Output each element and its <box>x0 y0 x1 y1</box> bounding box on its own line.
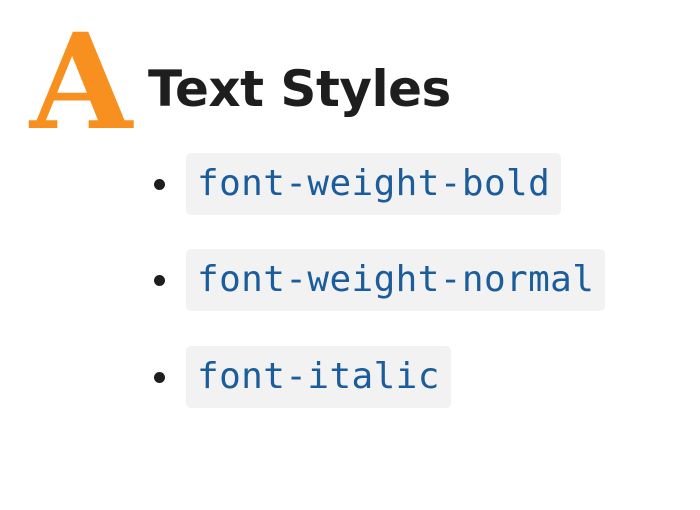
list-item-font-italic: font-italic <box>150 346 451 408</box>
code-font-italic: font-italic <box>186 346 451 408</box>
code-font-weight-bold: font-weight-bold <box>186 153 562 215</box>
list-item-font-weight-normal: font-weight-normal <box>150 249 606 311</box>
page-title: Text Styles <box>148 60 451 118</box>
list-item-font-weight-bold: font-weight-bold <box>150 153 562 215</box>
bullet-icon <box>154 178 165 190</box>
bullet-icon <box>154 274 165 286</box>
code-font-weight-normal: font-weight-normal <box>186 249 606 311</box>
logo-letter-a: A <box>29 5 133 160</box>
bullet-icon <box>154 371 165 383</box>
